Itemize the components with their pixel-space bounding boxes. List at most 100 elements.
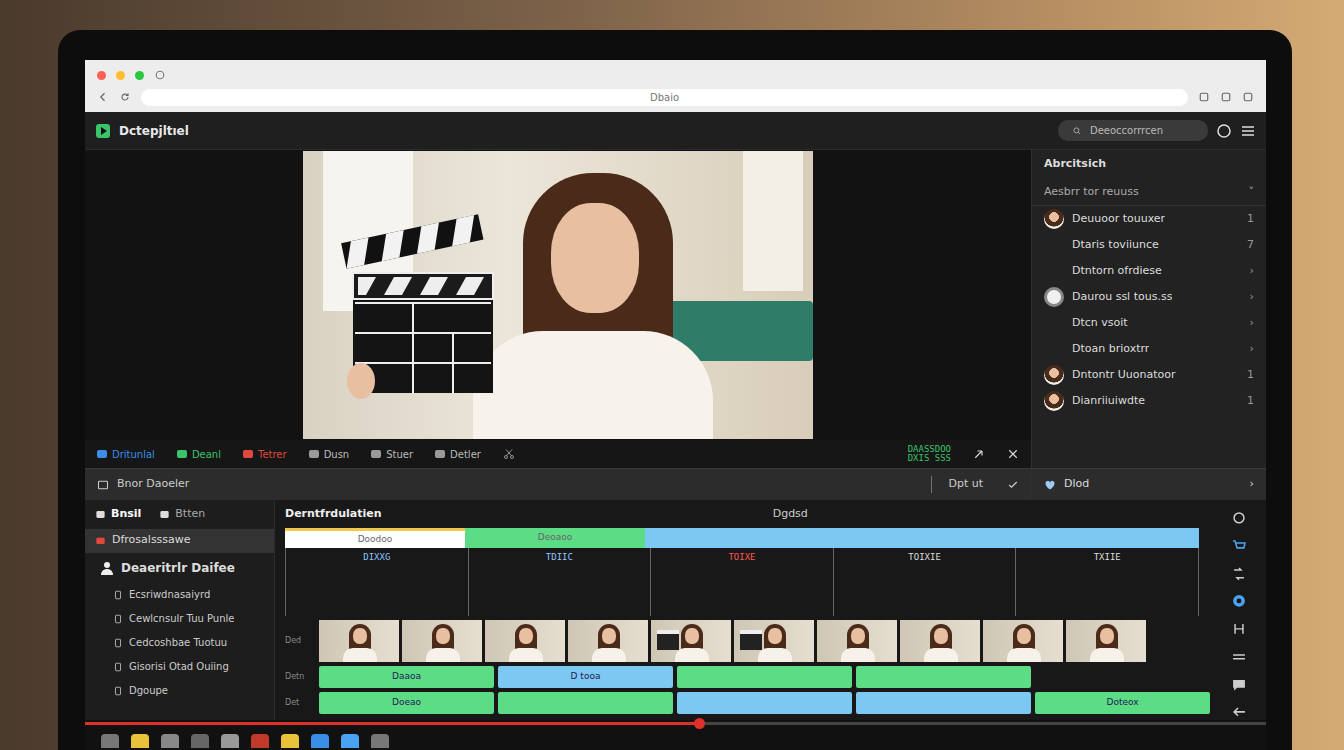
check-icon[interactable] [1007, 479, 1019, 491]
range-bar: DoodooDeoaoo [285, 528, 1199, 548]
timeline-clip[interactable] [856, 666, 1031, 688]
window-control-icon[interactable] [97, 71, 106, 80]
sidebar-item[interactable]: Dtntorn ofrdiese› [1032, 258, 1266, 284]
window-control-icon[interactable] [135, 71, 144, 80]
thumb-shape [768, 628, 782, 644]
app-launcher-icon[interactable] [101, 734, 119, 748]
project-item[interactable]: Dfrosalsssawe [85, 529, 274, 553]
timeline-clip[interactable] [856, 692, 1031, 714]
ruler-label: DIXXG [363, 552, 390, 562]
range-segment[interactable] [645, 528, 1199, 548]
video-thumbnail[interactable] [485, 620, 565, 662]
timeline-main: DerntfrdulatienDgdsdDoodooDeoaooDIXXGTDI… [275, 500, 1211, 720]
timeline-clip[interactable]: Doteox [1035, 692, 1210, 714]
project-item[interactable]: Cedcoshbae Tuotuu [85, 631, 274, 655]
video-thumbnail[interactable] [983, 620, 1063, 662]
playback-track[interactable] [85, 722, 1266, 725]
sidebar-item[interactable]: Dianriiuiwdte1 [1032, 388, 1266, 414]
sidebar-item[interactable]: Dtcn vsoit› [1032, 310, 1266, 336]
sidebar-item[interactable]: Dtoan brioxtrr› [1032, 336, 1266, 362]
preview-tool[interactable]: Tetrer [243, 447, 287, 462]
app-launcher-icon[interactable] [341, 734, 359, 748]
record-icon[interactable] [1231, 593, 1247, 609]
video-thumbnail[interactable] [319, 620, 399, 662]
person-icon [99, 560, 115, 576]
transition-icon[interactable] [1231, 566, 1247, 582]
split-icon[interactable] [1231, 621, 1247, 637]
timeline-clip[interactable] [498, 692, 673, 714]
app-launcher-icon[interactable] [161, 734, 179, 748]
profile-icon[interactable] [1216, 123, 1232, 139]
sidebar-button[interactable]: Dlod› [1032, 468, 1266, 500]
video-thumbnail[interactable] [402, 620, 482, 662]
logo-avatar-icon [1044, 287, 1064, 307]
app-launcher-icon[interactable] [311, 734, 329, 748]
project-item[interactable]: Cewlcnsulr Tuu Punle [85, 607, 274, 631]
app-launcher-icon[interactable] [221, 734, 239, 748]
app-launcher-icon[interactable] [191, 734, 209, 748]
adjust-icon[interactable] [1231, 649, 1247, 665]
clip-action[interactable]: Dpt ut [931, 476, 999, 493]
sidebar-item[interactable]: Daurou ssl tous.ss› [1032, 284, 1266, 310]
video-thumbnail[interactable] [817, 620, 897, 662]
scissors-icon[interactable] [503, 448, 515, 460]
preview-tool[interactable]: Stuer [371, 447, 413, 462]
app-launcher-icon[interactable] [251, 734, 269, 748]
playhead-knob[interactable] [694, 718, 705, 729]
address-bar[interactable]: Dbaio [141, 89, 1188, 106]
preview-tool[interactable]: Deanl [177, 447, 221, 462]
project-tab[interactable]: Btten [159, 506, 205, 523]
menu-icon[interactable] [1240, 123, 1256, 139]
tab-icon[interactable] [154, 69, 166, 81]
sidebar-item[interactable]: Dtaris toviiunce7 [1032, 232, 1266, 258]
range-segment[interactable]: Deoaoo [465, 528, 645, 548]
timeline-clip[interactable]: Daaoa [319, 666, 494, 688]
extension-icon[interactable] [1242, 91, 1254, 103]
preview-tool[interactable]: Detler [435, 447, 481, 462]
project-item[interactable]: Dgoupe [85, 679, 274, 703]
comment-icon[interactable] [1231, 677, 1247, 693]
share-icon[interactable] [1220, 91, 1232, 103]
back-arrow-icon[interactable] [1231, 704, 1247, 720]
video-thumbnail[interactable] [568, 620, 648, 662]
reload-icon[interactable] [119, 91, 131, 103]
tool-label: Dusn [324, 447, 350, 462]
timeline-clip[interactable] [677, 692, 852, 714]
search-field[interactable]: Deeoccorrrcen [1058, 120, 1208, 141]
sidebar-filter[interactable]: Aesbrr tor reuuss˅ [1032, 179, 1266, 207]
range-segment[interactable]: Doodoo [285, 528, 465, 548]
preview-tool[interactable]: Dritunlal [97, 447, 155, 462]
video-thumbnail[interactable] [900, 620, 980, 662]
clapper-shape [740, 630, 762, 650]
project-panel: Bnsil Btten DfrosalsssaweDeaeritrlr Daifee… [85, 500, 275, 720]
zoom-icon[interactable] [1231, 510, 1247, 526]
timecode-line: DXIS SSS [908, 454, 951, 463]
thumb-shape [1100, 628, 1114, 644]
sidebar-item-end: › [1250, 289, 1254, 306]
pointer-icon[interactable] [973, 448, 985, 460]
project-item[interactable]: Deaeritrlr Daifee [85, 553, 274, 583]
sidebar-item-end: 1 [1247, 211, 1254, 228]
project-item[interactable]: Ecsriwdnasaiyrd [85, 583, 274, 607]
app-launcher-icon[interactable] [131, 734, 149, 748]
timeline-center-label: Dgdsd [382, 506, 1199, 523]
menu-icon[interactable] [1198, 91, 1210, 103]
app-launcher-icon[interactable] [371, 734, 389, 748]
video-thumbnail[interactable] [1066, 620, 1146, 662]
back-icon[interactable] [97, 91, 109, 103]
preview-tool[interactable]: Dusn [309, 447, 350, 462]
preview-column: DritunlalDeanlTetrerDusnStuerDetlerDAASS… [85, 150, 1031, 500]
timeline-clip[interactable]: D tooa [498, 666, 673, 688]
video-thumbnail[interactable] [651, 620, 731, 662]
timeline-clip[interactable]: Doeao [319, 692, 494, 714]
sidebar-item[interactable]: Dntontr Uuonatoor1 [1032, 362, 1266, 388]
timeline-clip[interactable] [677, 666, 852, 688]
project-tab[interactable]: Bnsil [95, 506, 141, 523]
app-launcher-icon[interactable] [281, 734, 299, 748]
sidebar-item[interactable]: Deuuoor touuxer1 [1032, 206, 1266, 232]
window-control-icon[interactable] [116, 71, 125, 80]
close-icon[interactable] [1007, 448, 1019, 460]
cart-icon[interactable] [1231, 538, 1247, 554]
video-thumbnail[interactable] [734, 620, 814, 662]
project-item[interactable]: Gisorisi Otad Ouiing [85, 655, 274, 679]
